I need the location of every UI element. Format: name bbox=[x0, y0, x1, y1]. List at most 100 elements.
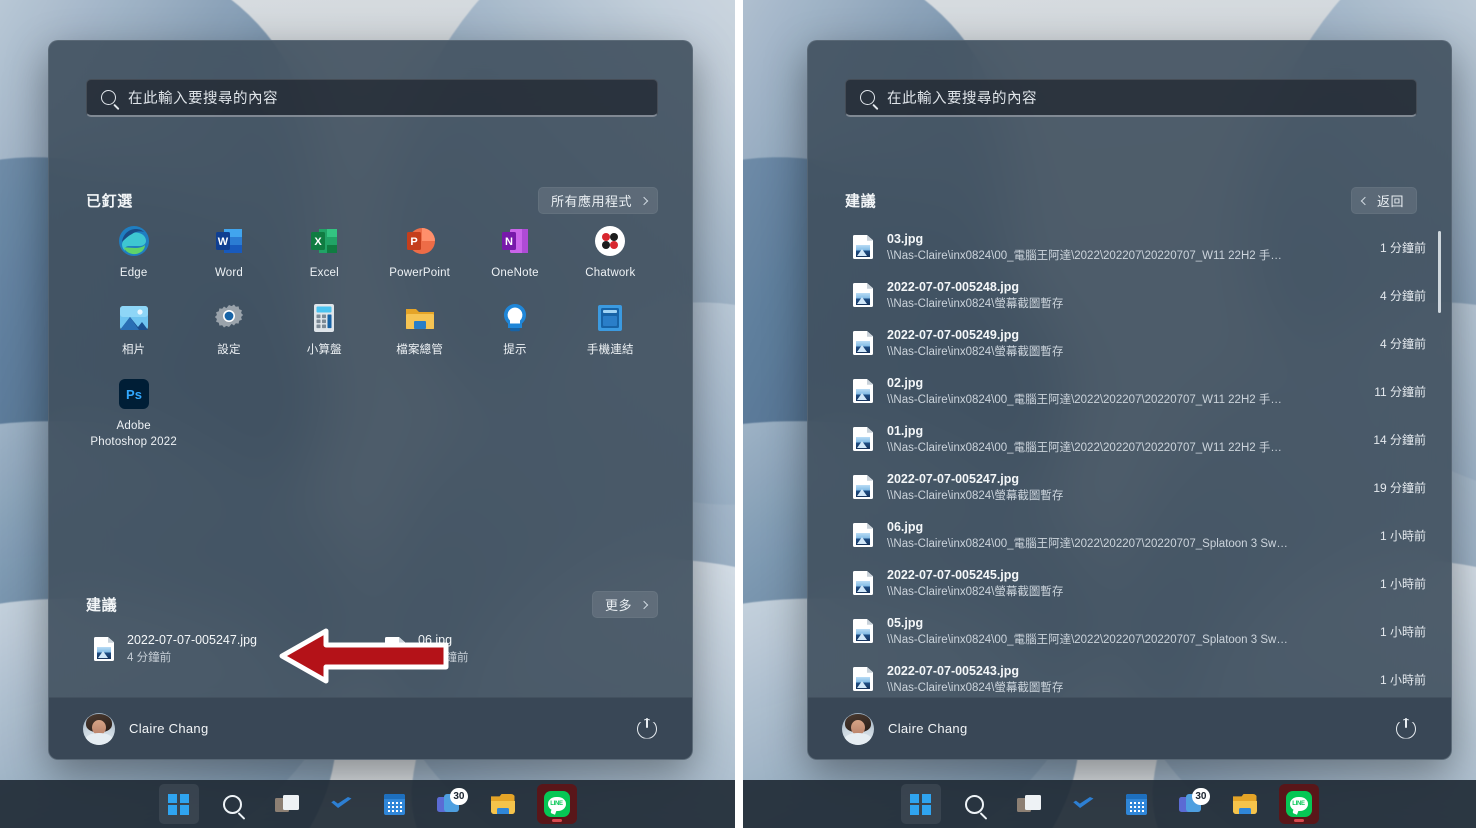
more-button[interactable]: 更多 bbox=[592, 591, 658, 618]
power-button[interactable] bbox=[1395, 718, 1417, 740]
list-item-time: 4 分鐘前 bbox=[1372, 335, 1426, 352]
calendar-icon bbox=[1126, 794, 1147, 815]
list-item-time: 1 小時前 bbox=[1372, 575, 1426, 592]
task-view-button[interactable] bbox=[267, 784, 307, 824]
todo-button[interactable] bbox=[321, 784, 361, 824]
jpg-file-icon bbox=[853, 379, 873, 403]
line-button[interactable]: LINE bbox=[1279, 784, 1319, 824]
list-item[interactable]: 05.jpg \\Nas-Claire\inx0824\00_電腦王阿達\202… bbox=[845, 607, 1430, 655]
pinned-app-powerpoint[interactable]: P PowerPoint bbox=[372, 223, 467, 282]
list-scrollbar[interactable] bbox=[1438, 231, 1441, 697]
back-button[interactable]: 返回 bbox=[1351, 187, 1417, 214]
teams-button[interactable]: 30 bbox=[429, 784, 469, 824]
todo-check-icon bbox=[1071, 793, 1095, 815]
onenote-icon: N bbox=[499, 225, 531, 257]
back-label: 返回 bbox=[1377, 191, 1404, 210]
task-view-button[interactable] bbox=[1009, 784, 1049, 824]
list-item-path: \\Nas-Claire\inx0824\螢幕截圖暫存 bbox=[887, 679, 1358, 695]
annotation-left-arrow bbox=[274, 625, 452, 687]
recommended-item-time: 4 分鐘前 bbox=[127, 649, 257, 665]
list-item[interactable]: 03.jpg \\Nas-Claire\inx0824\00_電腦王阿達\202… bbox=[845, 223, 1430, 271]
pinned-app-edge[interactable]: Edge bbox=[86, 223, 181, 282]
pinned-app-onenote[interactable]: N OneNote bbox=[467, 223, 562, 282]
power-button[interactable] bbox=[636, 718, 658, 740]
pinned-app-label: 設定 bbox=[217, 343, 240, 359]
list-item[interactable]: 2022-07-07-005249.jpg \\Nas-Claire\inx08… bbox=[845, 319, 1430, 367]
list-item[interactable]: 2022-07-07-005247.jpg \\Nas-Claire\inx08… bbox=[845, 463, 1430, 511]
search-button[interactable] bbox=[213, 784, 253, 824]
list-item[interactable]: 2022-07-07-005243.jpg \\Nas-Claire\inx08… bbox=[845, 655, 1430, 697]
search-icon bbox=[965, 795, 984, 814]
list-item-time: 14 分鐘前 bbox=[1365, 431, 1426, 448]
pinned-app-settings[interactable]: 設定 bbox=[181, 300, 276, 359]
scrollbar-thumb[interactable] bbox=[1438, 231, 1441, 313]
pinned-header: 已釘選 所有應用程式 bbox=[86, 187, 658, 214]
start-menu-body: 在此輸入要搜尋的內容 建議 返回 03.jpg \\Nas-Claire\inx bbox=[808, 41, 1451, 697]
chevron-right-icon bbox=[640, 600, 648, 608]
pinned-app-phone-link[interactable]: 手機連結 bbox=[563, 300, 658, 359]
todo-button[interactable] bbox=[1063, 784, 1103, 824]
pinned-app-excel[interactable]: X Excel bbox=[277, 223, 372, 282]
list-item-name: 05.jpg bbox=[887, 616, 1358, 630]
calendar-button[interactable] bbox=[1117, 784, 1157, 824]
list-item-name: 2022-07-07-005245.jpg bbox=[887, 568, 1358, 582]
file-explorer-button[interactable] bbox=[1225, 784, 1265, 824]
file-explorer-button[interactable] bbox=[483, 784, 523, 824]
pinned-app-label: Edge bbox=[120, 266, 148, 282]
pinned-app-photoshop[interactable]: Ps Adobe Photoshop 2022 bbox=[86, 376, 181, 450]
list-item-time: 11 分鐘前 bbox=[1366, 383, 1426, 400]
more-label: 更多 bbox=[605, 595, 632, 614]
file-explorer-icon bbox=[404, 302, 436, 334]
pinned-app-word[interactable]: W Word bbox=[181, 223, 276, 282]
photoshop-icon: Ps bbox=[118, 378, 150, 410]
account-button[interactable]: Claire Chang bbox=[83, 713, 208, 745]
line-icon: LINE bbox=[544, 791, 570, 817]
screenshot-stage: 在此輸入要搜尋的內容 已釘選 所有應用程式 bbox=[0, 0, 1476, 828]
pinned-title: 已釘選 bbox=[86, 190, 133, 211]
all-apps-button[interactable]: 所有應用程式 bbox=[538, 187, 658, 214]
list-item[interactable]: 2022-07-07-005248.jpg \\Nas-Claire\inx08… bbox=[845, 271, 1430, 319]
calculator-icon bbox=[308, 302, 340, 334]
search-placeholder: 在此輸入要搜尋的內容 bbox=[887, 87, 1037, 108]
list-item-name: 06.jpg bbox=[887, 520, 1358, 534]
pinned-app-label: Chatwork bbox=[585, 266, 635, 282]
jpg-file-icon bbox=[94, 637, 114, 661]
all-apps-label: 所有應用程式 bbox=[551, 191, 632, 210]
list-item-name: 2022-07-07-005249.jpg bbox=[887, 328, 1358, 342]
jpg-file-icon bbox=[853, 523, 873, 547]
list-item[interactable]: 01.jpg \\Nas-Claire\inx0824\00_電腦王阿達\202… bbox=[845, 415, 1430, 463]
list-item-time: 1 小時前 bbox=[1372, 671, 1426, 688]
teams-button[interactable]: 30 bbox=[1171, 784, 1211, 824]
pinned-app-calculator[interactable]: 小算盤 bbox=[277, 300, 372, 359]
account-button[interactable]: Claire Chang bbox=[842, 713, 967, 745]
account-name: Claire Chang bbox=[129, 721, 208, 736]
list-item[interactable]: 2022-07-07-005245.jpg \\Nas-Claire\inx08… bbox=[845, 559, 1430, 607]
list-item[interactable]: 06.jpg \\Nas-Claire\inx0824\00_電腦王阿達\202… bbox=[845, 511, 1430, 559]
search-button[interactable] bbox=[955, 784, 995, 824]
pinned-app-file-explorer[interactable]: 檔案總管 bbox=[372, 300, 467, 359]
list-item-name: 2022-07-07-005248.jpg bbox=[887, 280, 1358, 294]
list-item-path: \\Nas-Claire\inx0824\螢幕截圖暫存 bbox=[887, 343, 1358, 359]
calendar-button[interactable] bbox=[375, 784, 415, 824]
powerpoint-icon: P bbox=[404, 225, 436, 257]
pinned-app-label: 檔案總管 bbox=[396, 343, 443, 359]
left-screenshot: 在此輸入要搜尋的內容 已釘選 所有應用程式 bbox=[0, 0, 735, 828]
list-item-path: \\Nas-Claire\inx0824\00_電腦王阿達\2022\20220… bbox=[887, 535, 1358, 551]
pinned-app-label: 小算盤 bbox=[307, 343, 342, 359]
line-button[interactable]: LINE bbox=[537, 784, 577, 824]
start-button[interactable] bbox=[901, 784, 941, 824]
start-button[interactable] bbox=[159, 784, 199, 824]
pinned-app-tips[interactable]: 提示 bbox=[467, 300, 562, 359]
calendar-icon bbox=[384, 794, 405, 815]
chevron-left-icon bbox=[1361, 196, 1369, 204]
pinned-app-chatwork[interactable]: Chatwork bbox=[563, 223, 658, 282]
list-item-path: \\Nas-Claire\inx0824\00_電腦王阿達\2022\20220… bbox=[887, 631, 1358, 647]
pinned-app-photos[interactable]: 相片 bbox=[86, 300, 181, 359]
search-input[interactable]: 在此輸入要搜尋的內容 bbox=[845, 79, 1417, 117]
list-item[interactable]: 02.jpg \\Nas-Claire\inx0824\00_電腦王阿達\202… bbox=[845, 367, 1430, 415]
search-input[interactable]: 在此輸入要搜尋的內容 bbox=[86, 79, 658, 117]
word-icon: W bbox=[213, 225, 245, 257]
jpg-file-icon bbox=[853, 235, 873, 259]
pinned-app-label: OneNote bbox=[491, 266, 538, 282]
pinned-app-label: 相片 bbox=[122, 343, 145, 359]
